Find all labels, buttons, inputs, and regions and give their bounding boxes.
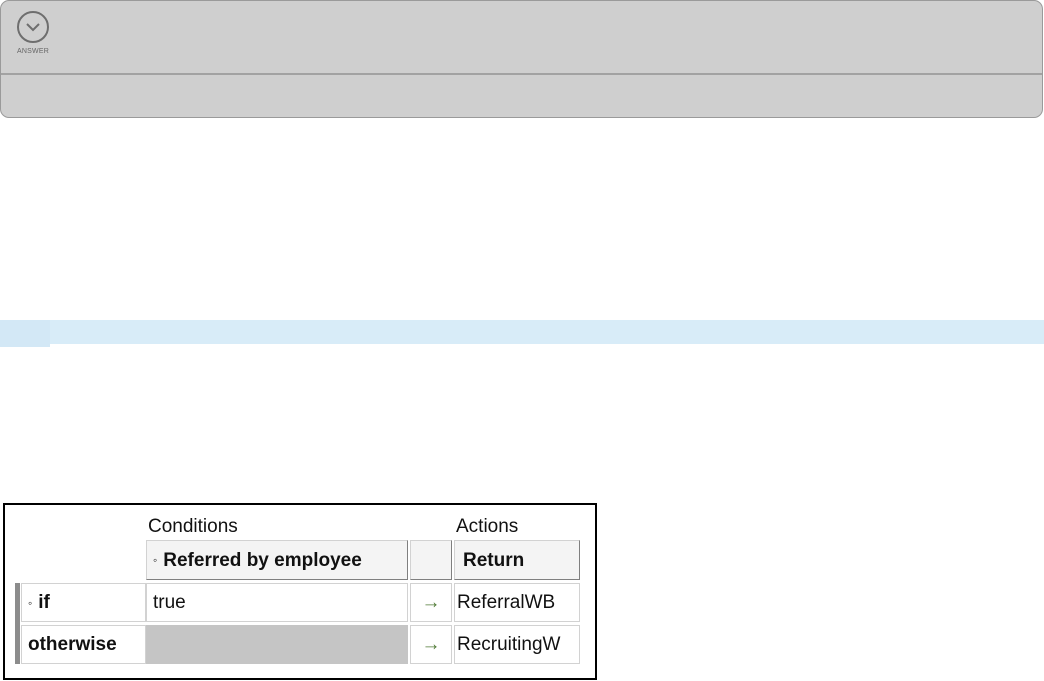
answer-toggle-button[interactable]: ANSWER: [11, 11, 55, 65]
action-result-cell: RecruitingW: [454, 625, 580, 664]
header-bullet: ◦: [153, 553, 158, 567]
row-label-text: if: [38, 592, 50, 613]
highlight-bar: [0, 320, 1044, 344]
answer-panel: ANSWER: [0, 0, 1043, 118]
action-column-header: Return: [454, 540, 580, 580]
answer-panel-body: [1, 75, 1042, 117]
right-arrow-icon: →: [410, 583, 452, 622]
condition-header-label: Referred by employee: [163, 549, 362, 571]
row-bullet: ◦: [28, 595, 33, 610]
answer-label: ANSWER: [17, 48, 49, 55]
answer-panel-header: ANSWER: [1, 1, 1042, 75]
decision-table-figure: Conditions Actions ◦ Referred by employe…: [3, 503, 597, 680]
actions-title: Actions: [456, 515, 519, 537]
condition-column-header: ◦ Referred by employee: [146, 540, 408, 580]
row-label-if: ◦ if: [21, 583, 146, 622]
chevron-down-icon: [17, 11, 49, 43]
conditions-title: Conditions: [148, 515, 238, 537]
action-result-cell: ReferralWB: [454, 583, 580, 622]
row-label-otherwise: otherwise: [21, 625, 146, 664]
condition-value-cell-empty: [146, 625, 408, 664]
right-arrow-icon: →: [410, 625, 452, 664]
row-bracket: [15, 583, 20, 664]
arrow-column-header: [410, 540, 452, 580]
condition-value-cell: true: [146, 583, 408, 622]
highlight-tab: [0, 320, 50, 347]
